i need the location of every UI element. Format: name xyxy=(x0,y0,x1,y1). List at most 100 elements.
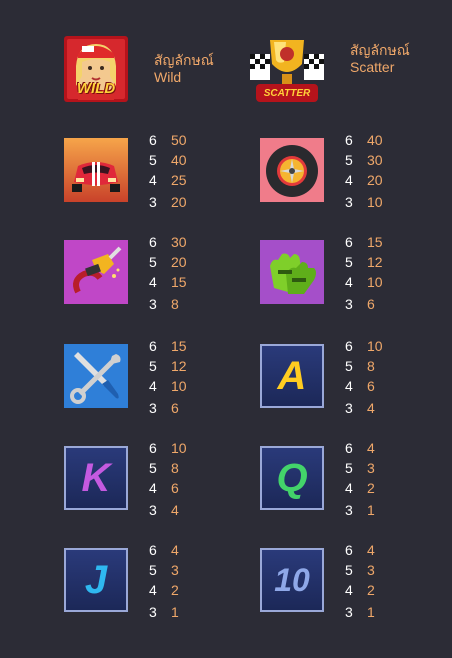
match-count: 5 xyxy=(149,358,157,374)
letter-j-glyph: J xyxy=(84,558,108,602)
match-count: 3 xyxy=(345,502,353,518)
match-count: 6 xyxy=(345,234,353,250)
match-count: 5 xyxy=(345,152,353,168)
payout-value: 3 xyxy=(367,460,375,476)
payout-value: 12 xyxy=(367,254,383,270)
match-count: 4 xyxy=(149,582,157,598)
match-count: 4 xyxy=(345,582,353,598)
match-count: 5 xyxy=(149,152,157,168)
payout-value: 40 xyxy=(171,152,187,168)
payout-value: 30 xyxy=(367,152,383,168)
payout-value: 40 xyxy=(367,132,383,148)
match-count: 3 xyxy=(149,296,157,312)
match-count: 3 xyxy=(345,400,353,416)
match-count: 5 xyxy=(149,460,157,476)
payout-value: 8 xyxy=(171,296,179,312)
payout-value: 15 xyxy=(367,234,383,250)
letter-k-glyph: K xyxy=(81,456,111,500)
match-count: 5 xyxy=(345,562,353,578)
payout-value: 50 xyxy=(171,132,187,148)
wild-racer-girl-icon: WILD xyxy=(64,36,128,102)
payout-value: 20 xyxy=(171,194,187,210)
letter-q-icon: Q xyxy=(260,446,324,510)
payout-value: 1 xyxy=(171,604,179,620)
match-count: 3 xyxy=(149,502,157,518)
match-count: 3 xyxy=(149,604,157,620)
payout-value: 4 xyxy=(367,400,375,416)
number-10-glyph: 10 xyxy=(274,562,310,598)
payout-value: 4 xyxy=(367,440,375,456)
payout-value: 25 xyxy=(171,172,187,188)
payout-value: 20 xyxy=(367,172,383,188)
match-count: 6 xyxy=(149,132,157,148)
scatter-symbol-block: SCATTER สัญลักษณ์ Scatter xyxy=(248,30,418,104)
letter-j-icon: J xyxy=(64,548,128,612)
match-count: 6 xyxy=(149,440,157,456)
wild-symbol-block: WILD สัญลักษณ์ Wild xyxy=(52,30,214,104)
payout-value: 30 xyxy=(171,234,187,250)
match-count: 4 xyxy=(149,274,157,290)
match-count: 3 xyxy=(345,604,353,620)
match-count: 5 xyxy=(345,460,353,476)
match-count: 6 xyxy=(345,132,353,148)
letter-a-glyph: A xyxy=(277,354,307,398)
payout-value: 6 xyxy=(367,296,375,312)
race-car-icon xyxy=(64,138,128,202)
match-count: 4 xyxy=(149,172,157,188)
payout-value: 12 xyxy=(171,358,187,374)
payout-value: 8 xyxy=(367,358,375,374)
match-count: 6 xyxy=(345,542,353,558)
payout-value: 3 xyxy=(367,562,375,578)
payout-value: 10 xyxy=(171,440,187,456)
match-count: 6 xyxy=(149,542,157,558)
scatter-trophy-icon: SCATTER xyxy=(248,34,326,106)
match-count: 5 xyxy=(149,254,157,270)
payout-value: 2 xyxy=(367,582,375,598)
tire-icon xyxy=(260,138,324,202)
match-count: 4 xyxy=(149,378,157,394)
letter-q-glyph: Q xyxy=(276,456,308,500)
match-count: 6 xyxy=(345,440,353,456)
number-10-icon: 10 xyxy=(260,548,324,612)
payout-value: 20 xyxy=(171,254,187,270)
match-count: 3 xyxy=(345,194,353,210)
match-count: 6 xyxy=(149,338,157,354)
payout-value: 2 xyxy=(367,480,375,496)
payout-value: 8 xyxy=(171,460,179,476)
payout-value: 10 xyxy=(171,378,187,394)
match-count: 4 xyxy=(149,480,157,496)
scatter-badge: SCATTER xyxy=(263,88,311,99)
payout-value: 1 xyxy=(367,604,375,620)
racing-gloves-icon xyxy=(260,240,324,304)
match-count: 6 xyxy=(149,234,157,250)
match-count: 3 xyxy=(345,296,353,312)
payout-value: 1 xyxy=(367,502,375,518)
payout-value: 15 xyxy=(171,338,187,354)
match-count: 4 xyxy=(345,480,353,496)
payout-value: 3 xyxy=(171,562,179,578)
payout-value: 15 xyxy=(171,274,187,290)
payout-value: 6 xyxy=(171,400,179,416)
match-count: 3 xyxy=(149,400,157,416)
match-count: 4 xyxy=(345,274,353,290)
letter-k-icon: K xyxy=(64,446,128,510)
payout-value: 10 xyxy=(367,194,383,210)
wild-label: สัญลักษณ์ Wild xyxy=(154,52,214,85)
payout-value: 4 xyxy=(171,542,179,558)
payout-value: 4 xyxy=(171,502,179,518)
payout-value: 10 xyxy=(367,274,383,290)
letter-a-icon: A xyxy=(260,344,324,408)
payout-value: 4 xyxy=(367,542,375,558)
payout-value: 10 xyxy=(367,338,383,354)
scatter-label: สัญลักษณ์ Scatter xyxy=(350,42,410,75)
payout-value: 2 xyxy=(171,582,179,598)
match-count: 5 xyxy=(345,358,353,374)
match-count: 6 xyxy=(345,338,353,354)
wrench-screwdriver-icon xyxy=(64,344,128,408)
payout-value: 6 xyxy=(367,378,375,394)
match-count: 5 xyxy=(345,254,353,270)
match-count: 4 xyxy=(345,378,353,394)
fuel-nozzle-icon xyxy=(64,240,128,304)
match-count: 4 xyxy=(345,172,353,188)
payout-value: 6 xyxy=(171,480,179,496)
